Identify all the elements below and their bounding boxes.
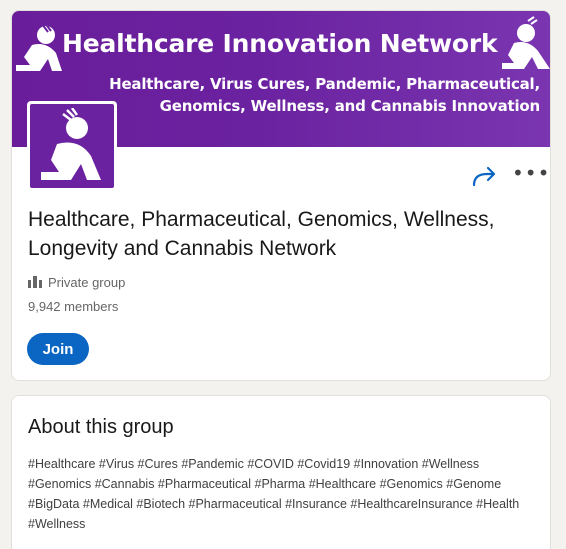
about-description: #Healthcare #Virus #Cures #Pandemic #COV… bbox=[28, 457, 520, 531]
group-logo[interactable] bbox=[27, 101, 117, 191]
privacy-label: Private group bbox=[48, 274, 126, 290]
banner-title: Healthcare Innovation Network bbox=[62, 29, 498, 58]
thinker-lightbulb-icon bbox=[41, 108, 101, 180]
more-options-icon[interactable]: ••• bbox=[512, 163, 549, 187]
group-privacy: Private group bbox=[28, 273, 125, 291]
banner-subtitle-line-1: Healthcare, Virus Cures, Pandemic, Pharm… bbox=[109, 75, 540, 93]
about-card: About this group #Healthcare #Virus #Cur… bbox=[11, 395, 551, 549]
group-card: Healthcare Innovation Network Healthcare… bbox=[11, 10, 551, 381]
thinker-lightbulb-icon bbox=[16, 22, 62, 71]
banner-subtitle-line-2: Genomics, Wellness, and Cannabis Innovat… bbox=[159, 97, 541, 115]
group-logo-image bbox=[30, 104, 114, 188]
join-button[interactable]: Join bbox=[27, 333, 89, 365]
share-arrow-icon[interactable] bbox=[471, 165, 499, 187]
about-title: About this group bbox=[28, 416, 174, 438]
group-name: Healthcare, Pharmaceutical, Genomics, We… bbox=[28, 208, 495, 260]
thinker-lightbulb-icon bbox=[502, 16, 550, 69]
member-count[interactable]: 9,942 members bbox=[28, 299, 118, 314]
group-icon bbox=[28, 276, 42, 288]
